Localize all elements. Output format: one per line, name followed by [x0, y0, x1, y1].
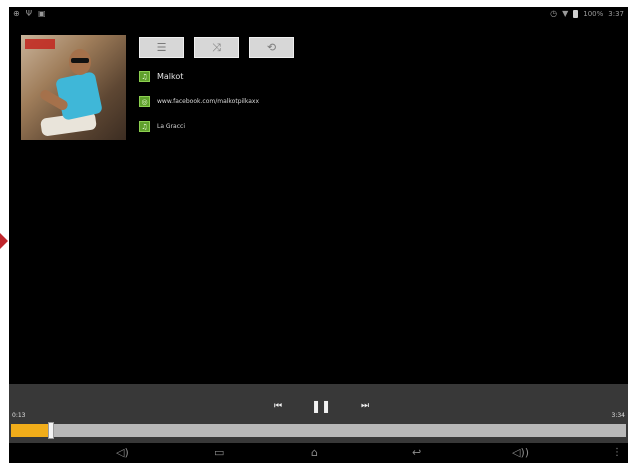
seek-progress — [11, 424, 51, 437]
current-time: 0:13 — [12, 412, 26, 419]
seek-thumb[interactable] — [48, 422, 54, 439]
home-icon[interactable]: ⌂ — [311, 446, 318, 460]
recents-icon[interactable]: ▭ — [214, 446, 224, 460]
notification-icon: ⊕ — [13, 9, 20, 18]
artist-row[interactable]: ♫ Malkot — [139, 71, 183, 82]
back-icon[interactable]: ↩ — [412, 446, 421, 460]
repeat-button[interactable]: ⟲ — [249, 37, 294, 58]
album-logo — [25, 39, 55, 49]
album-name: La Gracci — [157, 123, 185, 130]
next-button[interactable]: ⏭ — [354, 398, 376, 414]
album-icon: ♫ — [139, 121, 150, 132]
album-art[interactable] — [21, 35, 126, 140]
previous-button[interactable]: ⏮ — [267, 398, 289, 414]
navigation-bar: ◁) ▭ ⌂ ↩ ◁)) ⋮ — [9, 443, 628, 463]
artist-icon: ♫ — [139, 71, 150, 82]
volume-up-icon[interactable]: ◁)) — [512, 446, 529, 460]
clock-icon: ◷ — [550, 9, 558, 18]
status-left: ⊕ Ψ ▣ — [13, 10, 46, 18]
next-icon: ⏭ — [360, 401, 370, 411]
previous-icon: ⏮ — [273, 401, 283, 411]
album-figure-shirt — [55, 71, 103, 121]
menu-icon[interactable]: ⋮ — [612, 446, 622, 460]
album-figure-glasses — [71, 58, 89, 63]
total-time: 3:34 — [611, 412, 625, 419]
status-right: ◷ ▼ 100% 3:37 — [550, 10, 624, 18]
status-bar: ⊕ Ψ ▣ ◷ ▼ 100% 3:37 — [9, 7, 628, 21]
repeat-icon: ⟲ — [266, 41, 277, 54]
album-row[interactable]: ♫ La Gracci — [139, 121, 185, 132]
edge-arrow-icon — [0, 233, 8, 249]
shuffle-button[interactable]: ⤨ — [194, 37, 239, 58]
battery-text: 100% — [583, 10, 604, 18]
pause-button[interactable]: ❚❚ — [310, 398, 332, 414]
battery-icon — [573, 10, 579, 18]
url-row[interactable]: ◎ www.facebook.com/malkotpilkaxx — [139, 96, 259, 107]
track-url: www.facebook.com/malkotpilkaxx — [157, 98, 259, 105]
link-icon: ◎ — [139, 96, 150, 107]
device-screen: ⊕ Ψ ▣ ◷ ▼ 100% 3:37 ☰ ⤨ ⟲ ♫ Malkot ◎ www… — [9, 7, 628, 463]
artist-name: Malkot — [157, 72, 184, 81]
signal-icon: Ψ — [25, 9, 32, 18]
image-icon: ▣ — [38, 9, 46, 18]
shuffle-icon: ⤨ — [212, 40, 221, 54]
seek-bar[interactable] — [11, 422, 626, 439]
volume-down-icon[interactable]: ◁) — [116, 446, 129, 460]
status-time: 3:37 — [608, 10, 624, 18]
playlist-button[interactable]: ☰ — [139, 37, 184, 58]
pause-icon: ❚❚ — [310, 399, 332, 413]
list-icon: ☰ — [156, 41, 167, 54]
playback-panel: ⏮ ❚❚ ⏭ 0:13 3:34 — [9, 384, 628, 443]
wifi-icon: ▼ — [562, 9, 569, 18]
